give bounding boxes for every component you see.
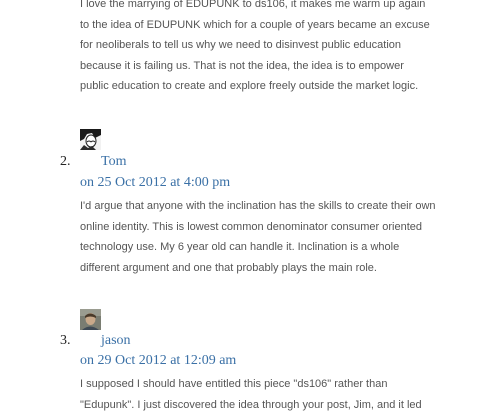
comment-text-line: public education to create and explore f…: [80, 76, 480, 97]
comment-1-body: I love the marrying of EDUPUNK to ds106,…: [80, 0, 480, 97]
comment-text-line: to the idea of EDUPUNK which for a coupl…: [80, 15, 480, 36]
avatar: [80, 129, 101, 150]
comment-author-link[interactable]: Tom: [101, 154, 126, 170]
comment-text-line: because it is failing us. That is not th…: [80, 56, 480, 77]
comment-2-body: I'd argue that anyone with the inclinati…: [80, 196, 480, 278]
comment-text-line: for neoliberals to tell us why we need t…: [80, 35, 480, 56]
comment-3-body: I supposed I should have entitled this p…: [80, 374, 480, 415]
comment-number: 3.: [60, 333, 71, 349]
comment-text-line: different argument and one that probably…: [80, 258, 480, 279]
comment-text-line: online identity. This is lowest common d…: [80, 217, 480, 238]
comment-text-line: technology use. My 6 year old can handle…: [80, 237, 480, 258]
jason-avatar-image: [80, 309, 101, 330]
avatar: [80, 309, 101, 330]
comment-author-link[interactable]: jason: [101, 333, 131, 349]
comment-date-link[interactable]: on 29 Oct 2012 at 12:09 am: [80, 353, 236, 369]
comment-text-line: I'd argue that anyone with the inclinati…: [80, 196, 480, 217]
comment-date-link[interactable]: on 25 Oct 2012 at 4:00 pm: [80, 175, 230, 191]
tom-avatar-image: [80, 129, 101, 150]
comment-text-line: "Edupunk". I just discovered the idea th…: [80, 395, 480, 415]
comment-text-line: I supposed I should have entitled this p…: [80, 374, 480, 395]
comment-number: 2.: [60, 154, 71, 170]
comment-text-line: I love the marrying of EDUPUNK to ds106,…: [80, 0, 480, 15]
